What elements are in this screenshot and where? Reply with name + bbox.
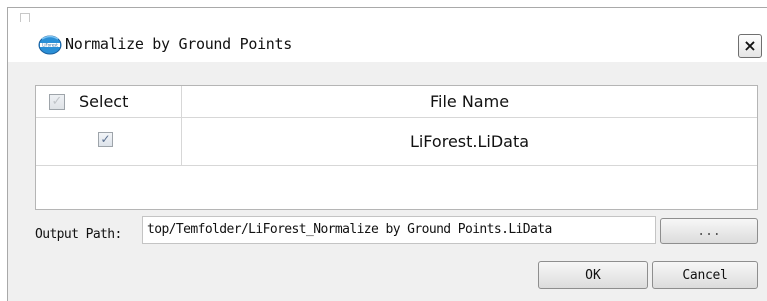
close-icon: × <box>743 36 757 55</box>
dialog-title: Normalize by Ground Points <box>65 35 293 53</box>
column-header-file-name[interactable]: File Name <box>182 92 757 111</box>
svg-text:LiForest: LiForest <box>42 43 58 48</box>
pin-icon[interactable] <box>20 13 30 22</box>
table-row[interactable]: ✓ LiForest.LiData <box>36 118 757 166</box>
title-bar: LiForest Normalize by Ground Points × <box>8 8 767 62</box>
normalize-dialog: LiForest Normalize by Ground Points × ✓ … <box>7 7 767 301</box>
column-header-select[interactable]: Select <box>79 92 128 111</box>
select-all-checkbox[interactable]: ✓ <box>49 94 65 110</box>
column-divider <box>181 86 182 166</box>
output-path-label: Output Path: <box>35 227 122 242</box>
ok-button[interactable]: OK <box>538 261 648 289</box>
close-button[interactable]: × <box>738 34 762 58</box>
output-path-field[interactable]: top/Temfolder/LiForest_Normalize by Grou… <box>142 216 656 244</box>
browse-button[interactable]: ... <box>660 218 758 244</box>
row-select-checkbox[interactable]: ✓ <box>98 132 113 147</box>
file-table: ✓ Select File Name ✓ LiForest.LiData <box>35 85 758 210</box>
cancel-button[interactable]: Cancel <box>652 261 758 289</box>
table-header: ✓ Select File Name <box>36 86 757 118</box>
file-name-cell: LiForest.LiData <box>409 132 530 151</box>
